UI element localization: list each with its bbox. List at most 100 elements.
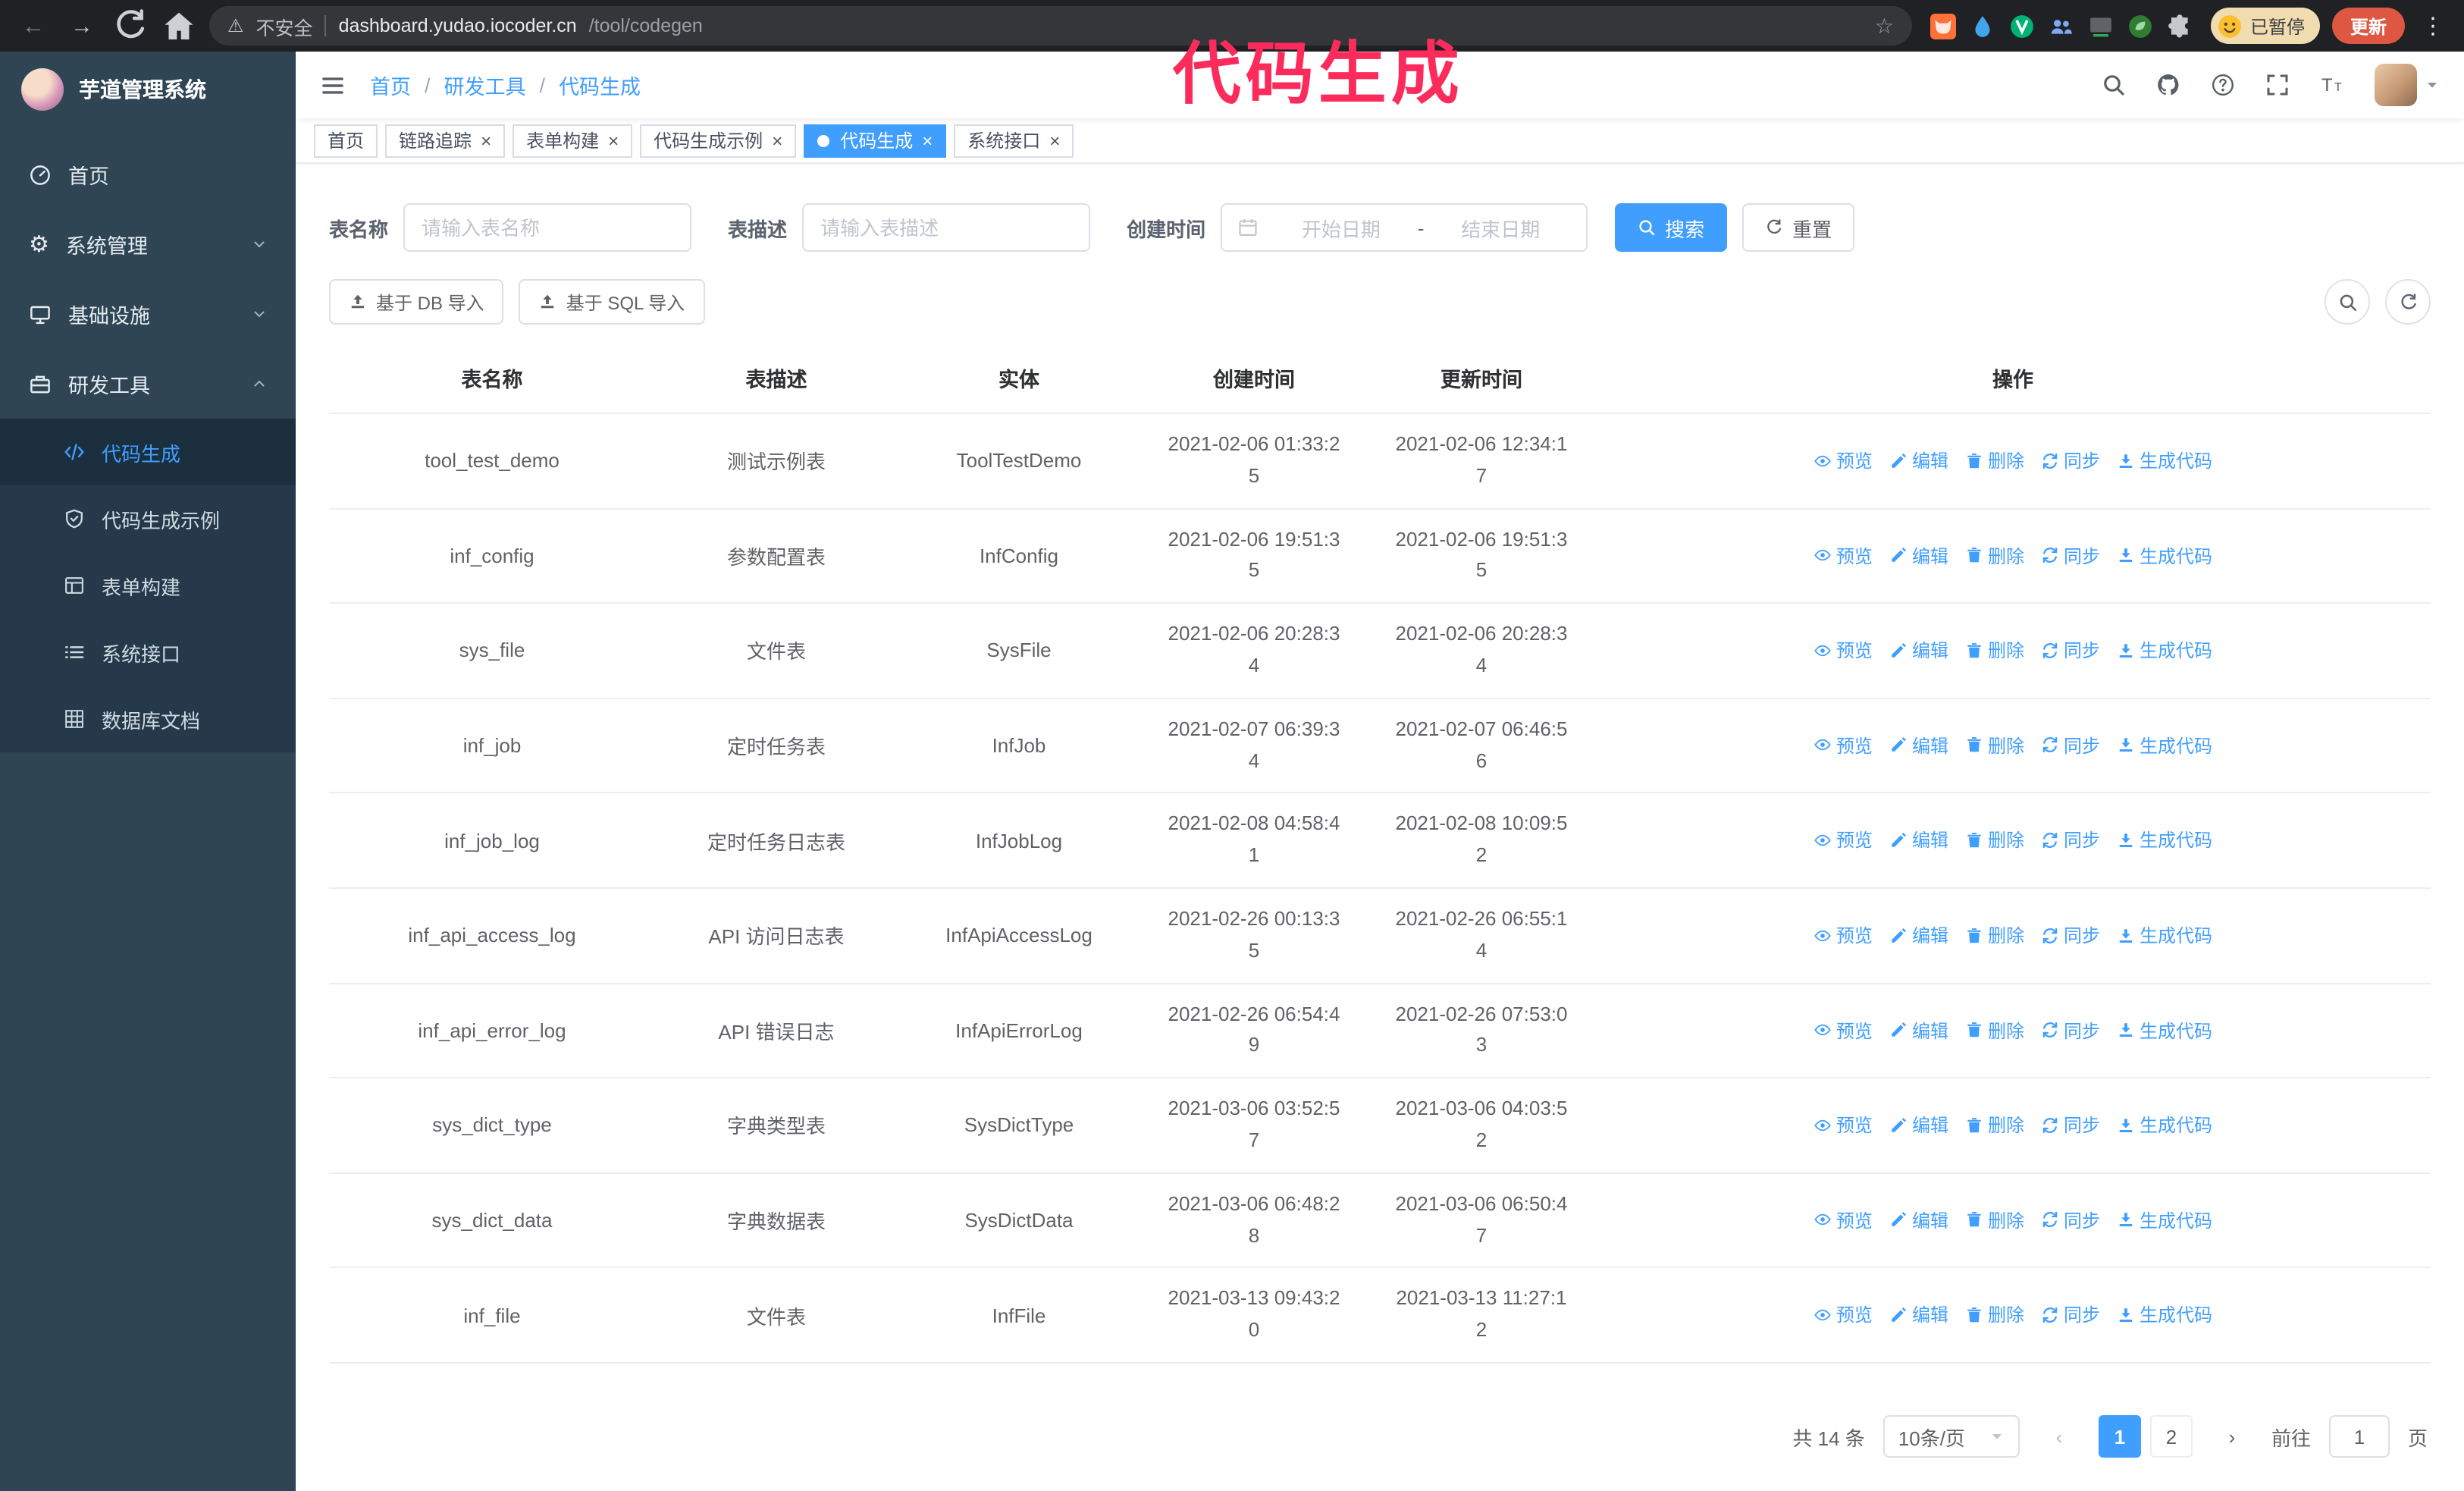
edit-action-link[interactable]: 编辑 <box>1889 637 1948 663</box>
generate-action-link[interactable]: 生成代码 <box>2117 1302 2212 1328</box>
generate-action-link[interactable]: 生成代码 <box>2117 637 2212 663</box>
sync-action-link[interactable]: 同步 <box>2041 447 2100 473</box>
sidebar-item-home[interactable]: 首页 <box>0 140 296 209</box>
generate-action-link[interactable]: 生成代码 <box>2117 1207 2212 1233</box>
delete-action-link[interactable]: 删除 <box>1965 827 2024 853</box>
generate-action-link[interactable]: 生成代码 <box>2117 447 2212 473</box>
sync-action-link[interactable]: 同步 <box>2041 922 2100 948</box>
tab-api[interactable]: 系统接口 × <box>954 124 1074 157</box>
extension-people-icon[interactable] <box>2049 13 2074 39</box>
user-avatar[interactable] <box>2375 64 2440 106</box>
generate-action-link[interactable]: 生成代码 <box>2117 1112 2212 1138</box>
browser-menu-icon[interactable]: ⋮ <box>2417 14 2449 37</box>
generate-action-link[interactable]: 生成代码 <box>2117 542 2212 568</box>
page-button-1[interactable]: 1 <box>2098 1415 2141 1458</box>
sync-action-link[interactable]: 同步 <box>2041 827 2100 853</box>
sidebar-item-system[interactable]: ⚙ 系统管理 <box>0 209 296 279</box>
edit-action-link[interactable]: 编辑 <box>1889 1302 1948 1328</box>
breadcrumb-item[interactable]: 代码生成 <box>559 70 641 100</box>
sidebar-item-codegen-example[interactable]: 代码生成示例 <box>0 485 296 552</box>
sync-action-link[interactable]: 同步 <box>2041 1112 2100 1138</box>
app-logo[interactable]: 芋道管理系统 <box>0 52 296 127</box>
import-sql-button[interactable]: 基于 SQL 导入 <box>519 279 705 325</box>
sync-action-link[interactable]: 同步 <box>2041 542 2100 568</box>
extension-cast-icon[interactable] <box>2088 13 2114 39</box>
sidebar-item-api[interactable]: 系统接口 <box>0 619 296 686</box>
toggle-search-button[interactable] <box>2324 279 2370 325</box>
tab-home[interactable]: 首页 <box>314 124 378 157</box>
browser-reload-icon[interactable] <box>112 8 149 44</box>
generate-action-link[interactable]: 生成代码 <box>2117 1017 2212 1043</box>
edit-action-link[interactable]: 编辑 <box>1889 1112 1948 1138</box>
browser-home-icon[interactable] <box>161 8 197 44</box>
browser-update-button[interactable]: 更新 <box>2331 8 2405 44</box>
preview-action-link[interactable]: 预览 <box>1814 447 1873 473</box>
delete-action-link[interactable]: 删除 <box>1965 1112 2024 1138</box>
github-icon[interactable] <box>2156 73 2180 97</box>
font-size-icon[interactable]: TT <box>2320 73 2344 97</box>
sync-action-link[interactable]: 同步 <box>2041 637 2100 663</box>
tab-close-icon[interactable]: × <box>922 131 933 149</box>
generate-action-link[interactable]: 生成代码 <box>2117 922 2212 948</box>
edit-action-link[interactable]: 编辑 <box>1889 922 1948 948</box>
sidebar-item-codegen[interactable]: 代码生成 <box>0 419 296 485</box>
sidebar-item-db-doc[interactable]: 数据库文档 <box>0 686 296 752</box>
sidebar-item-devtools[interactable]: 研发工具 <box>0 349 296 419</box>
tab-codegen[interactable]: 代码生成 × <box>804 124 947 157</box>
delete-action-link[interactable]: 删除 <box>1965 733 2024 758</box>
preview-action-link[interactable]: 预览 <box>1814 542 1873 568</box>
sidebar-item-form-builder[interactable]: 表单构建 <box>0 552 296 619</box>
delete-action-link[interactable]: 删除 <box>1965 637 2024 663</box>
profile-chip[interactable]: 已暂停 <box>2210 8 2320 44</box>
edit-action-link[interactable]: 编辑 <box>1889 733 1948 758</box>
breadcrumb-item[interactable]: 研发工具 <box>444 70 526 100</box>
extension-leaf-icon[interactable] <box>2127 13 2153 39</box>
extension-vcheck-icon[interactable] <box>2009 13 2035 39</box>
tab-trace[interactable]: 链路追踪 × <box>385 124 506 157</box>
date-range-picker[interactable]: 开始日期 - 结束日期 <box>1221 203 1588 252</box>
sync-action-link[interactable]: 同步 <box>2041 1302 2100 1328</box>
edit-action-link[interactable]: 编辑 <box>1889 1207 1948 1233</box>
extension-drop-icon[interactable] <box>1970 13 1995 39</box>
browser-back-icon[interactable]: ← <box>15 8 52 44</box>
extensions-puzzle-icon[interactable] <box>2167 13 2193 39</box>
preview-action-link[interactable]: 预览 <box>1814 827 1873 853</box>
preview-action-link[interactable]: 预览 <box>1814 1017 1873 1043</box>
preview-action-link[interactable]: 预览 <box>1814 733 1873 758</box>
edit-action-link[interactable]: 编辑 <box>1889 542 1948 568</box>
generate-action-link[interactable]: 生成代码 <box>2117 733 2212 758</box>
delete-action-link[interactable]: 删除 <box>1965 447 2024 473</box>
tab-close-icon[interactable]: × <box>481 131 491 149</box>
preview-action-link[interactable]: 预览 <box>1814 1302 1873 1328</box>
sync-action-link[interactable]: 同步 <box>2041 733 2100 758</box>
next-page-button[interactable]: › <box>2210 1415 2253 1458</box>
edit-action-link[interactable]: 编辑 <box>1889 827 1948 853</box>
page-button-2[interactable]: 2 <box>2149 1415 2193 1458</box>
reset-button[interactable]: 重置 <box>1742 203 1855 252</box>
preview-action-link[interactable]: 预览 <box>1814 1112 1873 1138</box>
breadcrumb-item[interactable]: 首页 <box>370 70 411 100</box>
generate-action-link[interactable]: 生成代码 <box>2117 827 2212 853</box>
prev-page-button[interactable]: ‹ <box>2037 1415 2080 1458</box>
sidebar-item-infra[interactable]: 基础设施 <box>0 279 296 349</box>
tab-form-builder[interactable]: 表单构建 × <box>513 124 633 157</box>
preview-action-link[interactable]: 预览 <box>1814 922 1873 948</box>
table-name-input[interactable] <box>403 203 692 252</box>
address-bar[interactable]: ⚠ 不安全 dashboard.yudao.iocoder.cn/tool/co… <box>209 6 1912 46</box>
delete-action-link[interactable]: 删除 <box>1965 542 2024 568</box>
tab-close-icon[interactable]: × <box>608 131 619 149</box>
delete-action-link[interactable]: 删除 <box>1965 1017 2024 1043</box>
sync-action-link[interactable]: 同步 <box>2041 1207 2100 1233</box>
search-icon[interactable] <box>2102 73 2126 97</box>
bookmark-star-icon[interactable]: ☆ <box>1875 15 1894 36</box>
page-size-select[interactable]: 10条/页 <box>1882 1415 2020 1458</box>
refresh-table-button[interactable] <box>2385 279 2431 325</box>
extension-fox-icon[interactable] <box>1930 13 1956 39</box>
browser-forward-icon[interactable]: → <box>64 8 100 44</box>
edit-action-link[interactable]: 编辑 <box>1889 1017 1948 1043</box>
sync-action-link[interactable]: 同步 <box>2041 1017 2100 1043</box>
help-icon[interactable] <box>2211 73 2235 97</box>
fullscreen-icon[interactable] <box>2265 73 2290 97</box>
delete-action-link[interactable]: 删除 <box>1965 1207 2024 1233</box>
tab-close-icon[interactable]: × <box>772 131 782 149</box>
